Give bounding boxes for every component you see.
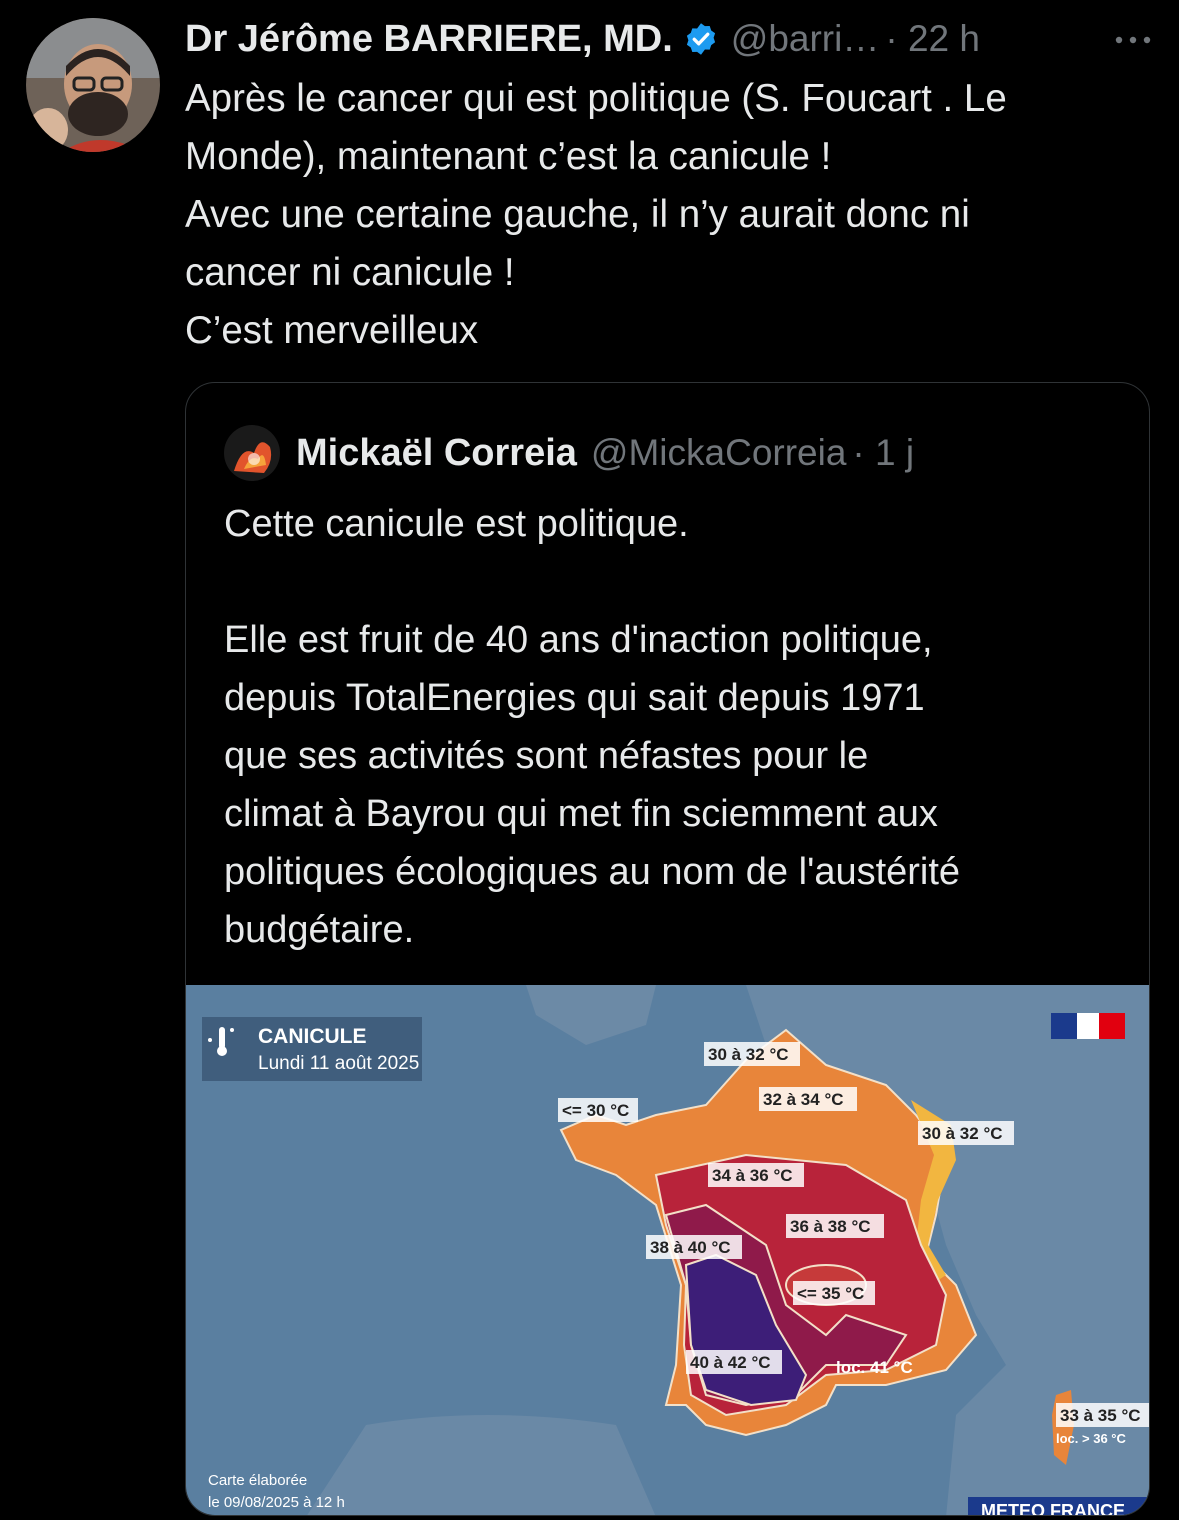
tweet-time[interactable]: · 22 h (885, 18, 980, 60)
quoted-tweet-time[interactable]: · 1 j (852, 432, 914, 474)
quoted-tweet-card[interactable]: Mickaël Correia @MickaCorreia · 1 j Cett… (185, 382, 1150, 1516)
tweet-text-line: Avec une certaine gauche, il n’y aurait … (185, 193, 970, 236)
quoted-tweet-header: Mickaël Correia @MickaCorreia · 1 j (224, 425, 914, 481)
label-south-local: loc. 41 °C (836, 1358, 913, 1377)
quoted-text-line: budgétaire. (224, 909, 415, 951)
quoted-author-name[interactable]: Mickaël Correia (296, 432, 577, 475)
quoted-text-line: politiques écologiques au nom de l'austé… (224, 851, 961, 893)
label-north-inland: 32 à 34 °C (763, 1090, 844, 1109)
quoted-text-line: que ses activités sont néfastes pour le (224, 735, 869, 777)
quoted-author-avatar[interactable] (224, 425, 280, 481)
author-avatar[interactable] (26, 18, 160, 152)
quoted-text-line: Elle est fruit de 40 ans d'inaction poli… (224, 619, 933, 661)
label-center: 34 à 36 °C (712, 1166, 793, 1185)
label-center-east: 36 à 38 °C (790, 1217, 871, 1236)
map-footer-line2: le 09/08/2025 à 12 h (208, 1494, 345, 1511)
tweet-text-line: Monde), maintenant c’est la canicule ! (185, 135, 832, 178)
label-east: 30 à 32 °C (922, 1124, 1003, 1143)
map-date: Lundi 11 août 2025 (258, 1053, 419, 1074)
quoted-text-line: Cette canicule est politique. (224, 503, 689, 545)
heatwave-map-image[interactable]: CANICULE Lundi 11 août 2025 30 à 32 °C <… (186, 985, 1150, 1516)
quoted-text-line (224, 553, 1124, 611)
map-brand: METEO FRANCE (981, 1501, 1125, 1516)
author-name[interactable]: Dr Jérôme BARRIERE, MD. (185, 18, 673, 61)
map-footer-line1: Carte élaborée (208, 1472, 307, 1489)
label-corsica-local: loc. > 36 °C (1056, 1431, 1126, 1446)
label-corsica: 33 à 35 °C (1060, 1406, 1141, 1425)
label-north-coast: 30 à 32 °C (708, 1045, 789, 1064)
republique-francaise-logo (1051, 1013, 1125, 1039)
tweet-text-line: C’est merveilleux (185, 309, 479, 352)
tweet-text-line: cancer ni canicule ! (185, 251, 515, 294)
label-southwest: 40 à 42 °C (690, 1353, 771, 1372)
more-options-icon[interactable] (1109, 20, 1157, 60)
map-title: CANICULE (258, 1025, 367, 1048)
tweet-header: Dr Jérôme BARRIERE, MD. @barri… · 22 h (185, 14, 980, 64)
quoted-tweet-text: Cette canicule est politique. Elle est f… (224, 495, 1124, 959)
quoted-author-handle[interactable]: @MickaCorreia (591, 432, 847, 474)
label-massif: <= 35 °C (797, 1284, 864, 1303)
quoted-text-line: climat à Bayrou qui met fin sciemment au… (224, 793, 938, 835)
verified-badge-icon (686, 23, 715, 55)
author-handle[interactable]: @barri… (731, 18, 880, 60)
quoted-text-line: depuis TotalEnergies qui sait depuis 197… (224, 677, 925, 719)
label-west: 38 à 40 °C (650, 1238, 731, 1257)
tweet-text-line: Après le cancer qui est politique (S. Fo… (185, 77, 1007, 120)
tweet-text: Après le cancer qui est politique (S. Fo… (185, 70, 1150, 360)
label-brittany: <= 30 °C (562, 1101, 629, 1120)
